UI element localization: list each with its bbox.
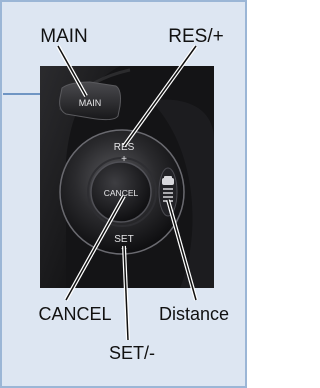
cancel-button-label: CANCEL xyxy=(104,188,139,198)
distance-button-body xyxy=(158,167,178,217)
distance-button[interactable] xyxy=(158,167,178,217)
callout-distance: Distance xyxy=(159,304,229,324)
main-button-label: MAIN xyxy=(79,98,102,108)
callout-cancel: CANCEL xyxy=(38,304,111,324)
steering-wheel-photo: MAIN RES + SET − CANCEL xyxy=(40,66,214,288)
callout-main: MAIN xyxy=(40,26,88,47)
cruise-control-diagram: MAIN RES + SET − CANCEL xyxy=(0,0,247,388)
callout-res-plus: RES/+ xyxy=(168,26,223,47)
car-following-distance-icon xyxy=(162,176,174,202)
callout-set-minus: SET/- xyxy=(109,343,155,363)
